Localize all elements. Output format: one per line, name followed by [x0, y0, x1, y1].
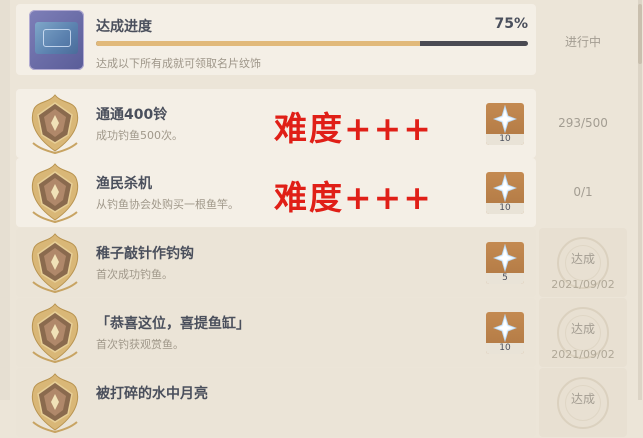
achievement-row: 「恭喜这位，喜提鱼缸」 首次钓获观赏鱼。 10 达成 2021/09/02 — [16, 298, 628, 367]
achievement-title: 渔民杀机 — [96, 176, 152, 192]
progress-status-panel: 进行中 — [539, 4, 627, 75]
completed-status: 达成 — [570, 392, 595, 406]
progress-count: 293/500 — [558, 116, 608, 130]
achievement-status-panel: 达成 — [539, 368, 627, 437]
primogem-reward[interactable]: 10 — [486, 311, 524, 354]
progress-bar — [96, 41, 528, 46]
achievement-status-panel: 达成 2021/09/02 — [539, 228, 627, 297]
achievement-title: 「恭喜这位，喜提鱼缸」 — [96, 316, 250, 332]
progress-status: 进行中 — [564, 35, 601, 49]
progress-count: 0/1 — [573, 185, 593, 199]
achievement-description: 首次钓获观赏鱼。 — [96, 338, 184, 351]
reward-count: 5 — [486, 272, 524, 284]
achievement-title: 被打碎的水中月亮 — [96, 386, 208, 402]
achievement-description: 首次成功钓鱼。 — [96, 268, 173, 281]
achievement-card: 渔民杀机从钓鱼协会处购买一根鱼竿。 难度+++ 10 — [16, 158, 536, 227]
reward-count: 10 — [486, 202, 524, 214]
achievement-emblem-icon — [28, 302, 82, 364]
achievement-description: 从钓鱼协会处购买一根鱼竿。 — [96, 198, 239, 211]
achievement-status-panel: 达成 2021/09/02 — [539, 298, 627, 367]
achievement-status-panel: 293/500 — [539, 89, 627, 158]
achievement-row: 被打碎的水中月亮 达成 — [16, 368, 628, 437]
achievement-row: 稚子敲针作钓钩 首次成功钓鱼。 5 达成 2021/09/02 — [16, 228, 628, 297]
reward-count: 10 — [486, 133, 524, 145]
achievement-emblem-icon — [28, 93, 82, 155]
background-strip — [0, 0, 10, 400]
achievement-card: 被打碎的水中月亮 — [16, 368, 536, 437]
difficulty-annotation: 难度+++ — [274, 108, 433, 148]
achievement-emblem-icon — [28, 372, 82, 434]
progress-title: 达成进度 — [96, 19, 152, 35]
completion-date: 2021/09/02 — [551, 348, 615, 361]
scrollbar-thumb[interactable] — [638, 4, 642, 64]
progress-row: 达成进度 75% 达成以下所有成就可领取名片纹饰 进行中 — [16, 4, 628, 75]
achievement-row: 渔民杀机从钓鱼协会处购买一根鱼竿。 难度+++ 10 0/1 — [16, 158, 628, 227]
progress-percent: 75% — [494, 16, 528, 32]
reward-count: 10 — [486, 342, 524, 354]
achievement-emblem-icon — [28, 232, 82, 294]
primogem-reward[interactable]: 10 — [486, 102, 524, 145]
achievement-status-panel: 0/1 — [539, 158, 627, 227]
achievement-row: 通通400铃成功钓鱼500次。 难度+++ 10 293/500 — [16, 89, 628, 158]
primogem-reward[interactable]: 5 — [486, 241, 524, 284]
achievement-card: 稚子敲针作钓钩 首次成功钓鱼。 5 — [16, 228, 536, 297]
achievement-card: 通通400铃成功钓鱼500次。 难度+++ 10 — [16, 89, 536, 158]
achievement-title: 稚子敲针作钓钩 — [96, 246, 194, 262]
progress-subtitle: 达成以下所有成就可领取名片纹饰 — [96, 57, 261, 70]
achievement-description: 成功钓鱼500次。 — [96, 129, 183, 142]
achievement-emblem-icon — [28, 162, 82, 224]
namecard-icon — [29, 10, 84, 70]
completed-status: 达成 — [570, 252, 595, 266]
progress-card: 达成进度 75% 达成以下所有成就可领取名片纹饰 — [16, 4, 536, 75]
difficulty-annotation: 难度+++ — [274, 177, 433, 217]
completed-status: 达成 — [570, 322, 595, 336]
primogem-reward[interactable]: 10 — [486, 171, 524, 214]
completion-date: 2021/09/02 — [551, 278, 615, 291]
achievement-title: 通通400铃 — [96, 107, 168, 123]
achievement-card: 「恭喜这位，喜提鱼缸」 首次钓获观赏鱼。 10 — [16, 298, 536, 367]
progress-bar-fill — [96, 41, 420, 46]
